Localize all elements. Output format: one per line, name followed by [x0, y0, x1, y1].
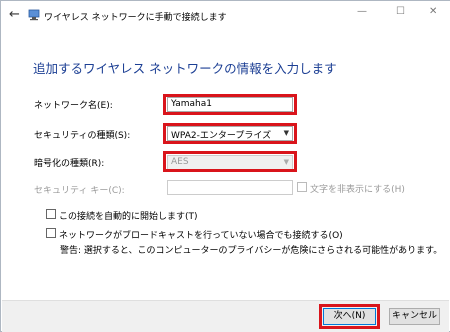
title-bar: ← ワイヤレス ネットワークに手動で接続します — ☐ ✕ — [1, 1, 450, 29]
close-icon[interactable]: ✕ — [429, 6, 437, 17]
security-key-label: セキュリティ キー(C): — [34, 186, 125, 196]
encryption-type-label: 暗号化の種類(R): — [34, 159, 105, 169]
wireless-network-icon — [28, 9, 40, 21]
auto-start-label: この接続を自動的に開始します(T) — [59, 212, 198, 222]
back-arrow-icon[interactable]: ← — [9, 7, 20, 22]
next-button-highlight — [319, 304, 380, 329]
encryption-type-highlight — [163, 151, 297, 172]
connect-hidden-label: ネットワークがブロードキャストを行っていない場合でも接続する(O) — [59, 231, 343, 241]
security-type-highlight — [163, 123, 297, 144]
hide-characters-checkbox[interactable] — [297, 182, 307, 192]
security-key-input[interactable] — [167, 180, 293, 195]
cancel-button[interactable]: キャンセル — [389, 308, 440, 325]
minimize-icon[interactable]: — — [357, 6, 367, 17]
button-footer — [2, 300, 449, 332]
auto-start-checkbox[interactable] — [46, 209, 56, 219]
privacy-warning: 警告: 選択すると、このコンピューターのプライバシーが危険にさらされる可能性があ… — [60, 246, 443, 256]
dialog-window: ← ワイヤレス ネットワークに手動で接続します — ☐ ✕ 追加するワイヤレス … — [0, 0, 450, 332]
network-name-highlight — [163, 94, 297, 115]
page-heading: 追加するワイヤレス ネットワークの情報を入力します — [33, 61, 337, 76]
window-title: ワイヤレス ネットワークに手動で接続します — [44, 13, 227, 23]
maximize-icon[interactable]: ☐ — [396, 6, 405, 17]
network-name-label: ネットワーク名(E): — [34, 101, 113, 111]
security-type-label: セキュリティの種類(S): — [34, 131, 131, 141]
connect-hidden-checkbox[interactable] — [46, 228, 56, 238]
hide-characters-label: 文字を非表示にする(H) — [310, 185, 405, 195]
